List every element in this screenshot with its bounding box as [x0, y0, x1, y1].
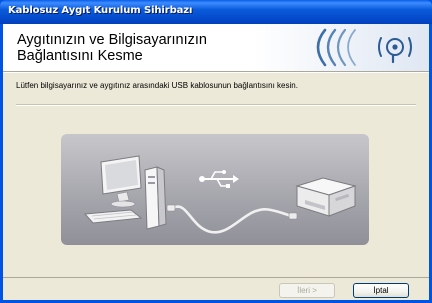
wizard-header: Aygıtınızın ve Bilgisayarınızın Bağlantı…	[3, 24, 429, 71]
content-divider-highlight	[16, 105, 416, 106]
footer-divider	[3, 277, 429, 278]
wizard-window: Kablosuz Aygıt Kurulum Sihirbazı Aygıtın…	[0, 0, 432, 303]
header-separator-highlight	[3, 72, 429, 73]
wizard-client-area: Aygıtınızın ve Bilgisayarınızın Bağlantı…	[3, 24, 429, 300]
page-title-line-2: Bağlantısını Kesme	[17, 48, 143, 64]
cancel-button[interactable]: İptal	[353, 283, 409, 298]
page-title: Aygıtınızın ve Bilgisayarınızın Bağlantı…	[17, 32, 257, 64]
instruction-text: Lütfen bilgisayarınız ve aygıtınız arası…	[16, 81, 298, 90]
disconnect-usb-illustration	[61, 134, 369, 245]
page-title-line-1: Aygıtınızın ve Bilgisayarınızın	[17, 32, 207, 48]
window-title: Kablosuz Aygıt Kurulum Sihirbazı	[8, 5, 193, 16]
title-bar[interactable]: Kablosuz Aygıt Kurulum Sihirbazı	[0, 0, 432, 24]
printer-icon	[295, 177, 357, 217]
wireless-signal-icon	[253, 24, 429, 71]
next-button[interactable]: İleri >	[279, 283, 335, 298]
usb-symbol-icon	[199, 170, 239, 188]
desktop-computer-icon	[83, 155, 167, 230]
